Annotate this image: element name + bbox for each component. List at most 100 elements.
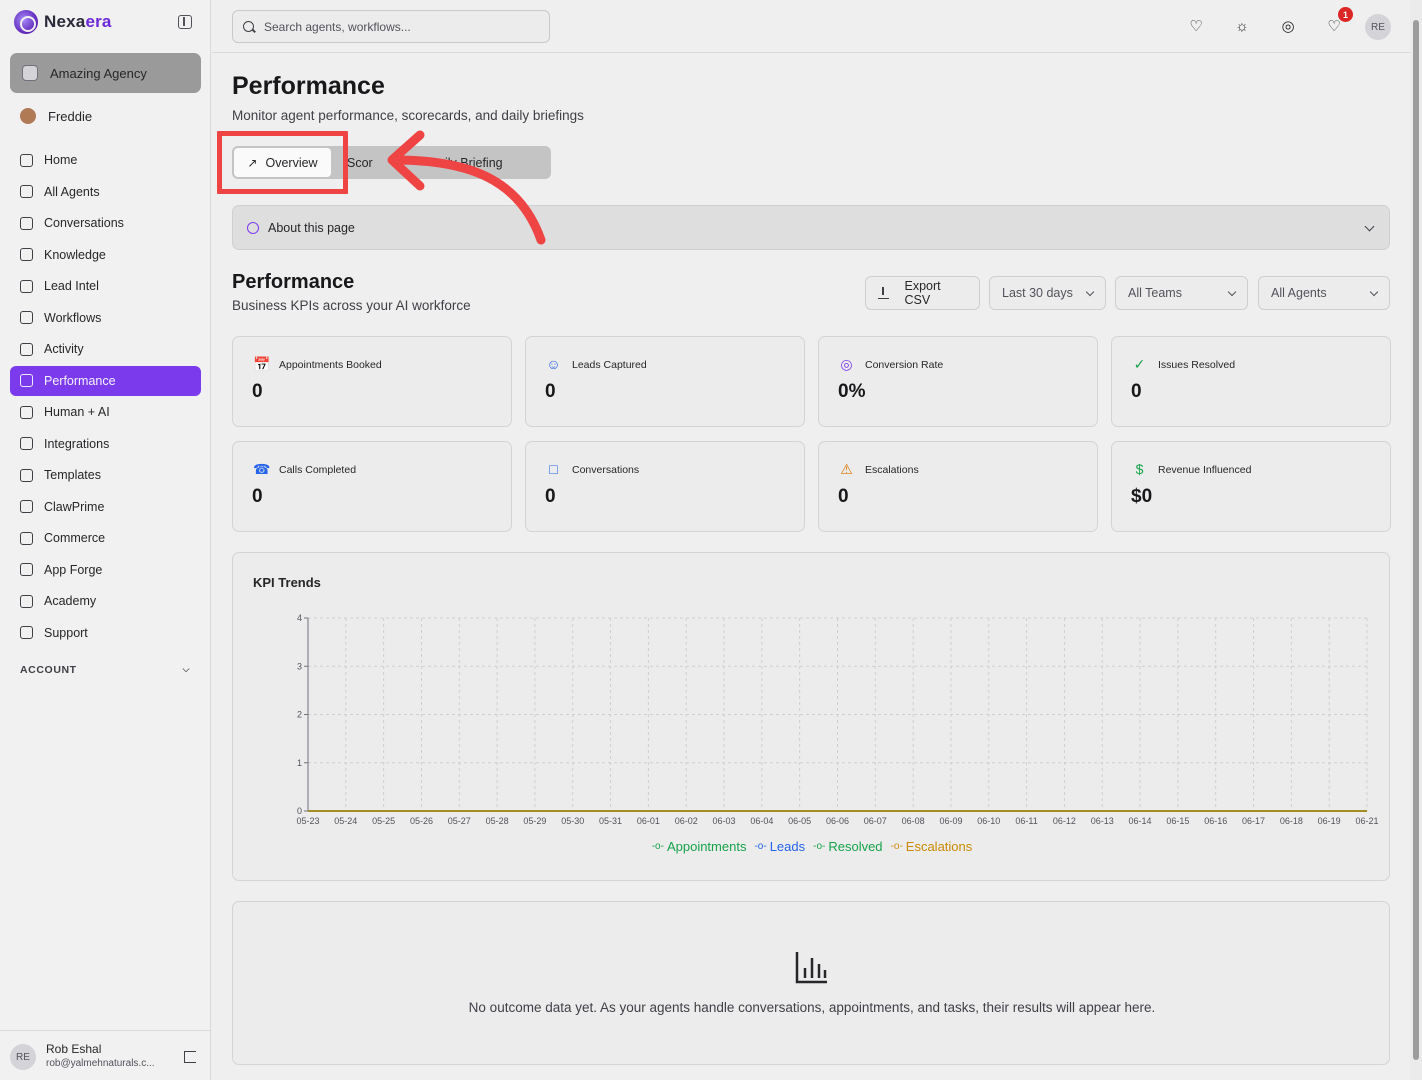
kpi-label: Issues Resolved (1158, 359, 1236, 371)
x-tick-label: 06-14 (1129, 816, 1152, 826)
sidebar-collapse-icon[interactable] (178, 15, 192, 29)
teams-select[interactable]: All Teams (1115, 276, 1248, 310)
sidebar-item-activity[interactable]: Activity (10, 334, 201, 364)
x-tick-label: 06-03 (713, 816, 736, 826)
sidebar-item-support[interactable]: Support (10, 618, 201, 648)
sidebar-item-integrations[interactable]: Integrations (10, 429, 201, 459)
legend-marker-icon: -o- (890, 841, 903, 852)
user-avatar (20, 108, 36, 124)
y-tick-label: 4 (297, 613, 302, 623)
sidebar-item-app-forge[interactable]: App Forge (10, 555, 201, 585)
kpi-card: ☺ Leads Captured 0 (525, 336, 805, 427)
legend-item[interactable]: -o- Resolved (813, 839, 882, 854)
cart-icon (20, 531, 33, 545)
bar-chart-icon (795, 952, 827, 984)
x-tick-label: 06-02 (675, 816, 698, 826)
date-range-select[interactable]: Last 30 days (989, 276, 1106, 310)
kpi-card: 📅 Appointments Booked 0 (232, 336, 512, 427)
logo-mark-icon (14, 10, 38, 34)
sidebar-item-templates[interactable]: Templates (10, 460, 201, 490)
scroll-thumb[interactable] (1413, 20, 1419, 1060)
about-page-accordion[interactable]: About this page (232, 205, 1390, 250)
legend-label: Appointments (666, 839, 747, 854)
brand-logo[interactable]: Nexaera (14, 10, 112, 34)
page-subtitle: Monitor agent performance, scorecards, a… (232, 108, 584, 123)
workspace-name: Amazing Agency (50, 65, 147, 81)
sidebar-item-human-ai[interactable]: Human + AI (10, 397, 201, 427)
sidebar-item-label: Activity (44, 342, 84, 356)
tab-scorecards[interactable]: Scor (347, 146, 373, 179)
search-placeholder: Search agents, workflows... (264, 19, 411, 34)
legend-marker-icon: -o- (754, 841, 767, 852)
brand-name: Nexaera (44, 12, 112, 31)
sidebar-item-clawprime[interactable]: ClawPrime (10, 492, 201, 522)
plug-icon (20, 437, 33, 450)
legend-item[interactable]: -o- Leads (754, 839, 805, 854)
current-user[interactable]: Freddie (20, 108, 92, 124)
y-tick-label: 3 (297, 661, 302, 671)
sidebar-item-academy[interactable]: Academy (10, 586, 201, 616)
sidebar-item-conversations[interactable]: Conversations (10, 208, 201, 238)
agents-value: All Agents (1271, 286, 1327, 300)
legend-label: Resolved (828, 839, 883, 854)
sidebar-item-all-agents[interactable]: All Agents (10, 177, 201, 207)
account-section-toggle[interactable]: ACCOUNT ⌵ (20, 664, 190, 676)
legend-marker-icon: -o- (813, 841, 826, 852)
warning-icon: ⚠ (840, 461, 853, 477)
workspace-switcher[interactable]: Amazing Agency (10, 53, 201, 93)
sidebar-nav: Home All Agents Conversations Knowledge Lead… (10, 145, 201, 649)
legend-item[interactable]: -o- Appointments (652, 839, 747, 854)
avatar[interactable]: RE (10, 1044, 36, 1070)
bell-icon[interactable]: ♡ (1326, 19, 1342, 35)
x-tick-label: 06-06 (826, 816, 849, 826)
sidebar-item-knowledge[interactable]: Knowledge (10, 240, 201, 270)
heart-icon[interactable]: ♡ (1188, 19, 1204, 35)
people-icon (20, 405, 33, 419)
sidebar-item-commerce[interactable]: Commerce (10, 523, 201, 553)
kpi-card: ◎ Conversion Rate 0% (818, 336, 1098, 427)
y-tick-label: 0 (297, 806, 302, 816)
avatar[interactable]: RE (1365, 14, 1391, 40)
x-tick-label: 06-01 (637, 816, 660, 826)
dollar-icon: $ (1135, 461, 1144, 477)
chevron-down-icon (1085, 287, 1095, 296)
chart-legend: -o- Appointments -o- Leads -o- Resolved -o- Esc… (233, 839, 1391, 854)
sun-icon[interactable]: ☼ (1234, 19, 1250, 35)
kpi-trends-card: KPI Trends 0 1 2 3 4 05-23 05-24 05-25 05-26 05-2… (232, 552, 1390, 881)
agents-select[interactable]: All Agents (1258, 276, 1390, 310)
sidebar-item-label: Academy (44, 594, 97, 608)
export-csv-button[interactable]: Export CSV (865, 276, 980, 310)
lifebuoy-icon (20, 626, 33, 639)
x-tick-label: 05-24 (334, 816, 357, 826)
target-icon: ◎ (840, 356, 853, 372)
kpi-value: 0 (252, 486, 263, 507)
app-root: Nexaera Amazing Agency Freddie Home All A… (0, 0, 1422, 1080)
download-icon (878, 286, 889, 299)
kpi-value: $0 (1131, 486, 1153, 507)
x-tick-label: 06-13 (1091, 816, 1114, 826)
sidebar-item-performance[interactable]: Performance (10, 365, 201, 396)
tab-daily-briefing[interactable]: aily Briefing (438, 146, 503, 179)
legend-item[interactable]: -o- Escalations (891, 839, 973, 854)
lifebuoy-icon[interactable]: ◎ (1280, 19, 1296, 35)
kpi-value: 0% (838, 381, 866, 402)
kpi-value: 0 (838, 486, 849, 507)
footer-user-name: Rob Eshal (46, 1042, 102, 1056)
sidebar-item-workflows[interactable]: Workflows (10, 303, 201, 333)
logout-icon[interactable] (184, 1051, 196, 1063)
scrollbar[interactable] (1410, 0, 1422, 1080)
sidebar-item-home[interactable]: Home (10, 145, 201, 175)
x-tick-label: 06-10 (977, 816, 1000, 826)
kpi-value: 0 (252, 381, 263, 402)
search-input[interactable]: Search agents, workflows... (232, 10, 550, 43)
legend-label: Escalations (905, 839, 973, 854)
x-tick-label: 05-27 (448, 816, 471, 826)
legend-marker-icon: -o- (651, 841, 664, 852)
sidebar: Nexaera Amazing Agency Freddie Home All A… (0, 0, 211, 1080)
kpi-trends-chart: 0 1 2 3 4 05-23 05-24 05-25 05-26 05-27 05-28 05-29… (296, 613, 1378, 826)
sidebar-item-label: Workflows (44, 310, 102, 325)
sidebar-item-lead-intel[interactable]: Lead Intel (10, 271, 201, 301)
kpi-card: ⚠ Escalations 0 (818, 441, 1098, 532)
building-icon (22, 65, 38, 81)
section-subtitle: Business KPIs across your AI workforce (232, 298, 471, 313)
